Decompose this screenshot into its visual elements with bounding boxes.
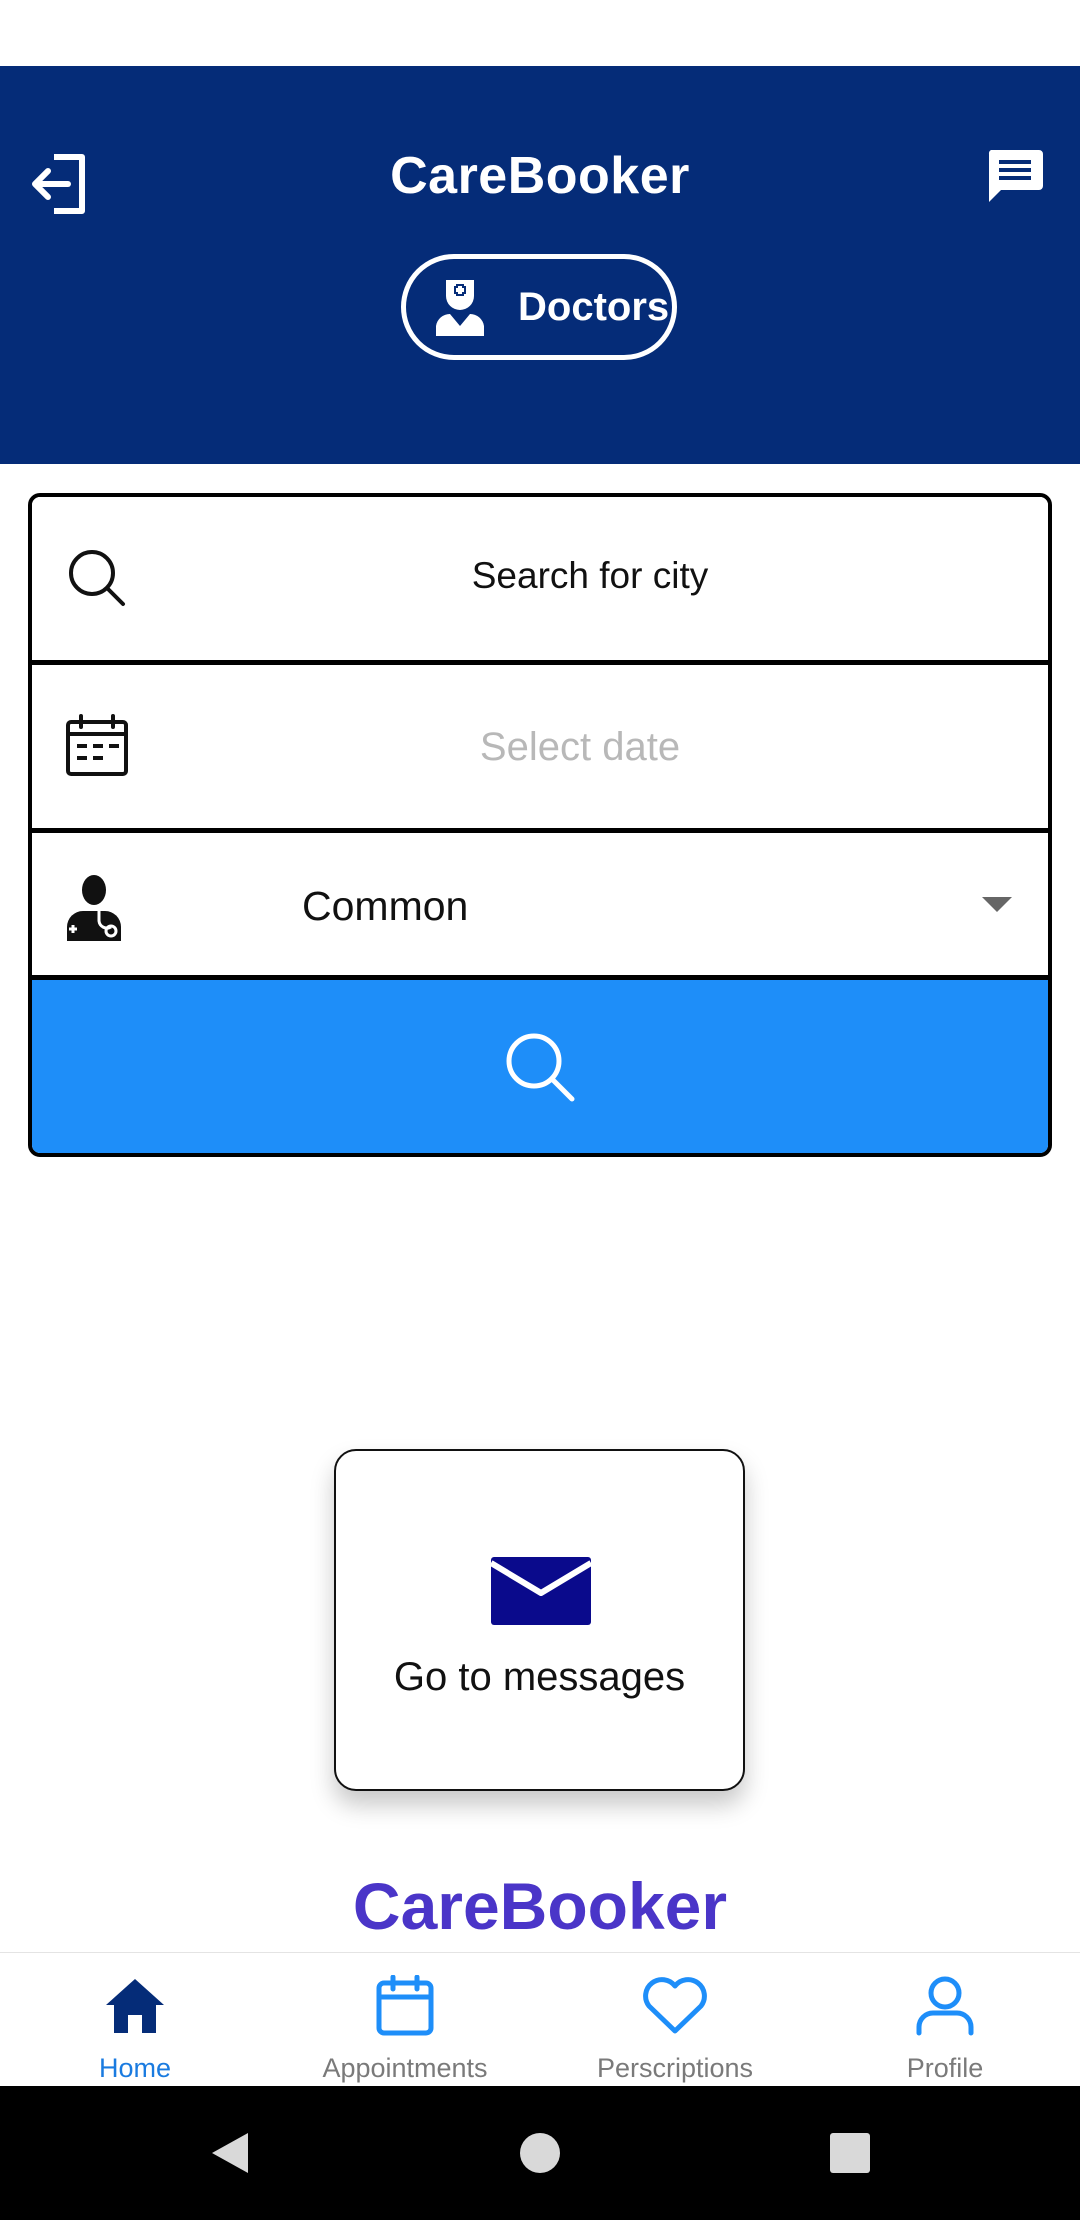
bottom-navigation: Home Appointments Perscriptions Profile [0, 1952, 1080, 2087]
calendar-icon [370, 1971, 440, 2041]
home-circle-icon [520, 2133, 560, 2173]
app-header: CareBooker Doctors [0, 66, 1080, 464]
specialty-select[interactable]: Common [32, 833, 1048, 980]
date-placeholder: Select date [479, 725, 681, 769]
go-to-messages-card[interactable]: Go to messages [334, 1449, 745, 1791]
city-search-text: Search for city [471, 555, 709, 596]
specialty-selected-value: Common [302, 883, 469, 929]
nav-item-home[interactable]: Home [0, 1953, 270, 2087]
brand-footer: CareBooker [352, 1869, 728, 1943]
search-submit-button[interactable] [32, 980, 1048, 1153]
back-triangle-icon [212, 2133, 248, 2173]
home-icon [100, 1971, 170, 2041]
doctors-toggle-label: Doctors [518, 284, 670, 329]
nav-label-appointments: Appointments [322, 2053, 488, 2083]
nav-label-home: Home [98, 2053, 172, 2083]
search-icon [62, 543, 132, 613]
app-title: CareBooker [390, 147, 690, 205]
system-back-button[interactable] [200, 2123, 260, 2183]
nav-item-profile[interactable]: Profile [810, 1953, 1080, 2087]
doctor-icon [430, 272, 490, 342]
date-picker-field[interactable]: Select date [32, 665, 1048, 833]
doctors-toggle-button[interactable]: Doctors [401, 254, 677, 360]
system-navigation-bar [0, 2086, 1080, 2220]
go-to-messages-label: Go to messages [393, 1655, 686, 1699]
nav-item-appointments[interactable]: Appointments [270, 1953, 540, 2087]
status-bar [0, 0, 1080, 66]
envelope-icon [491, 1557, 591, 1625]
user-icon [910, 1971, 980, 2041]
nav-label-profile: Profile [906, 2053, 984, 2083]
nav-item-prescriptions[interactable]: Perscriptions [540, 1953, 810, 2087]
search-icon [506, 1033, 575, 1101]
chat-icon [988, 150, 1043, 202]
messages-button[interactable] [975, 136, 1055, 216]
recents-square-icon [830, 2133, 870, 2173]
search-form: Search for city Select date Common [28, 493, 1052, 1157]
nav-label-prescriptions: Perscriptions [596, 2053, 754, 2083]
system-home-button[interactable] [510, 2123, 570, 2183]
caret-down-icon [982, 897, 1012, 912]
system-recents-button[interactable] [820, 2123, 880, 2183]
city-search-field[interactable]: Search for city [32, 497, 1048, 665]
heart-icon [640, 1971, 710, 2041]
physician-icon [58, 869, 130, 945]
